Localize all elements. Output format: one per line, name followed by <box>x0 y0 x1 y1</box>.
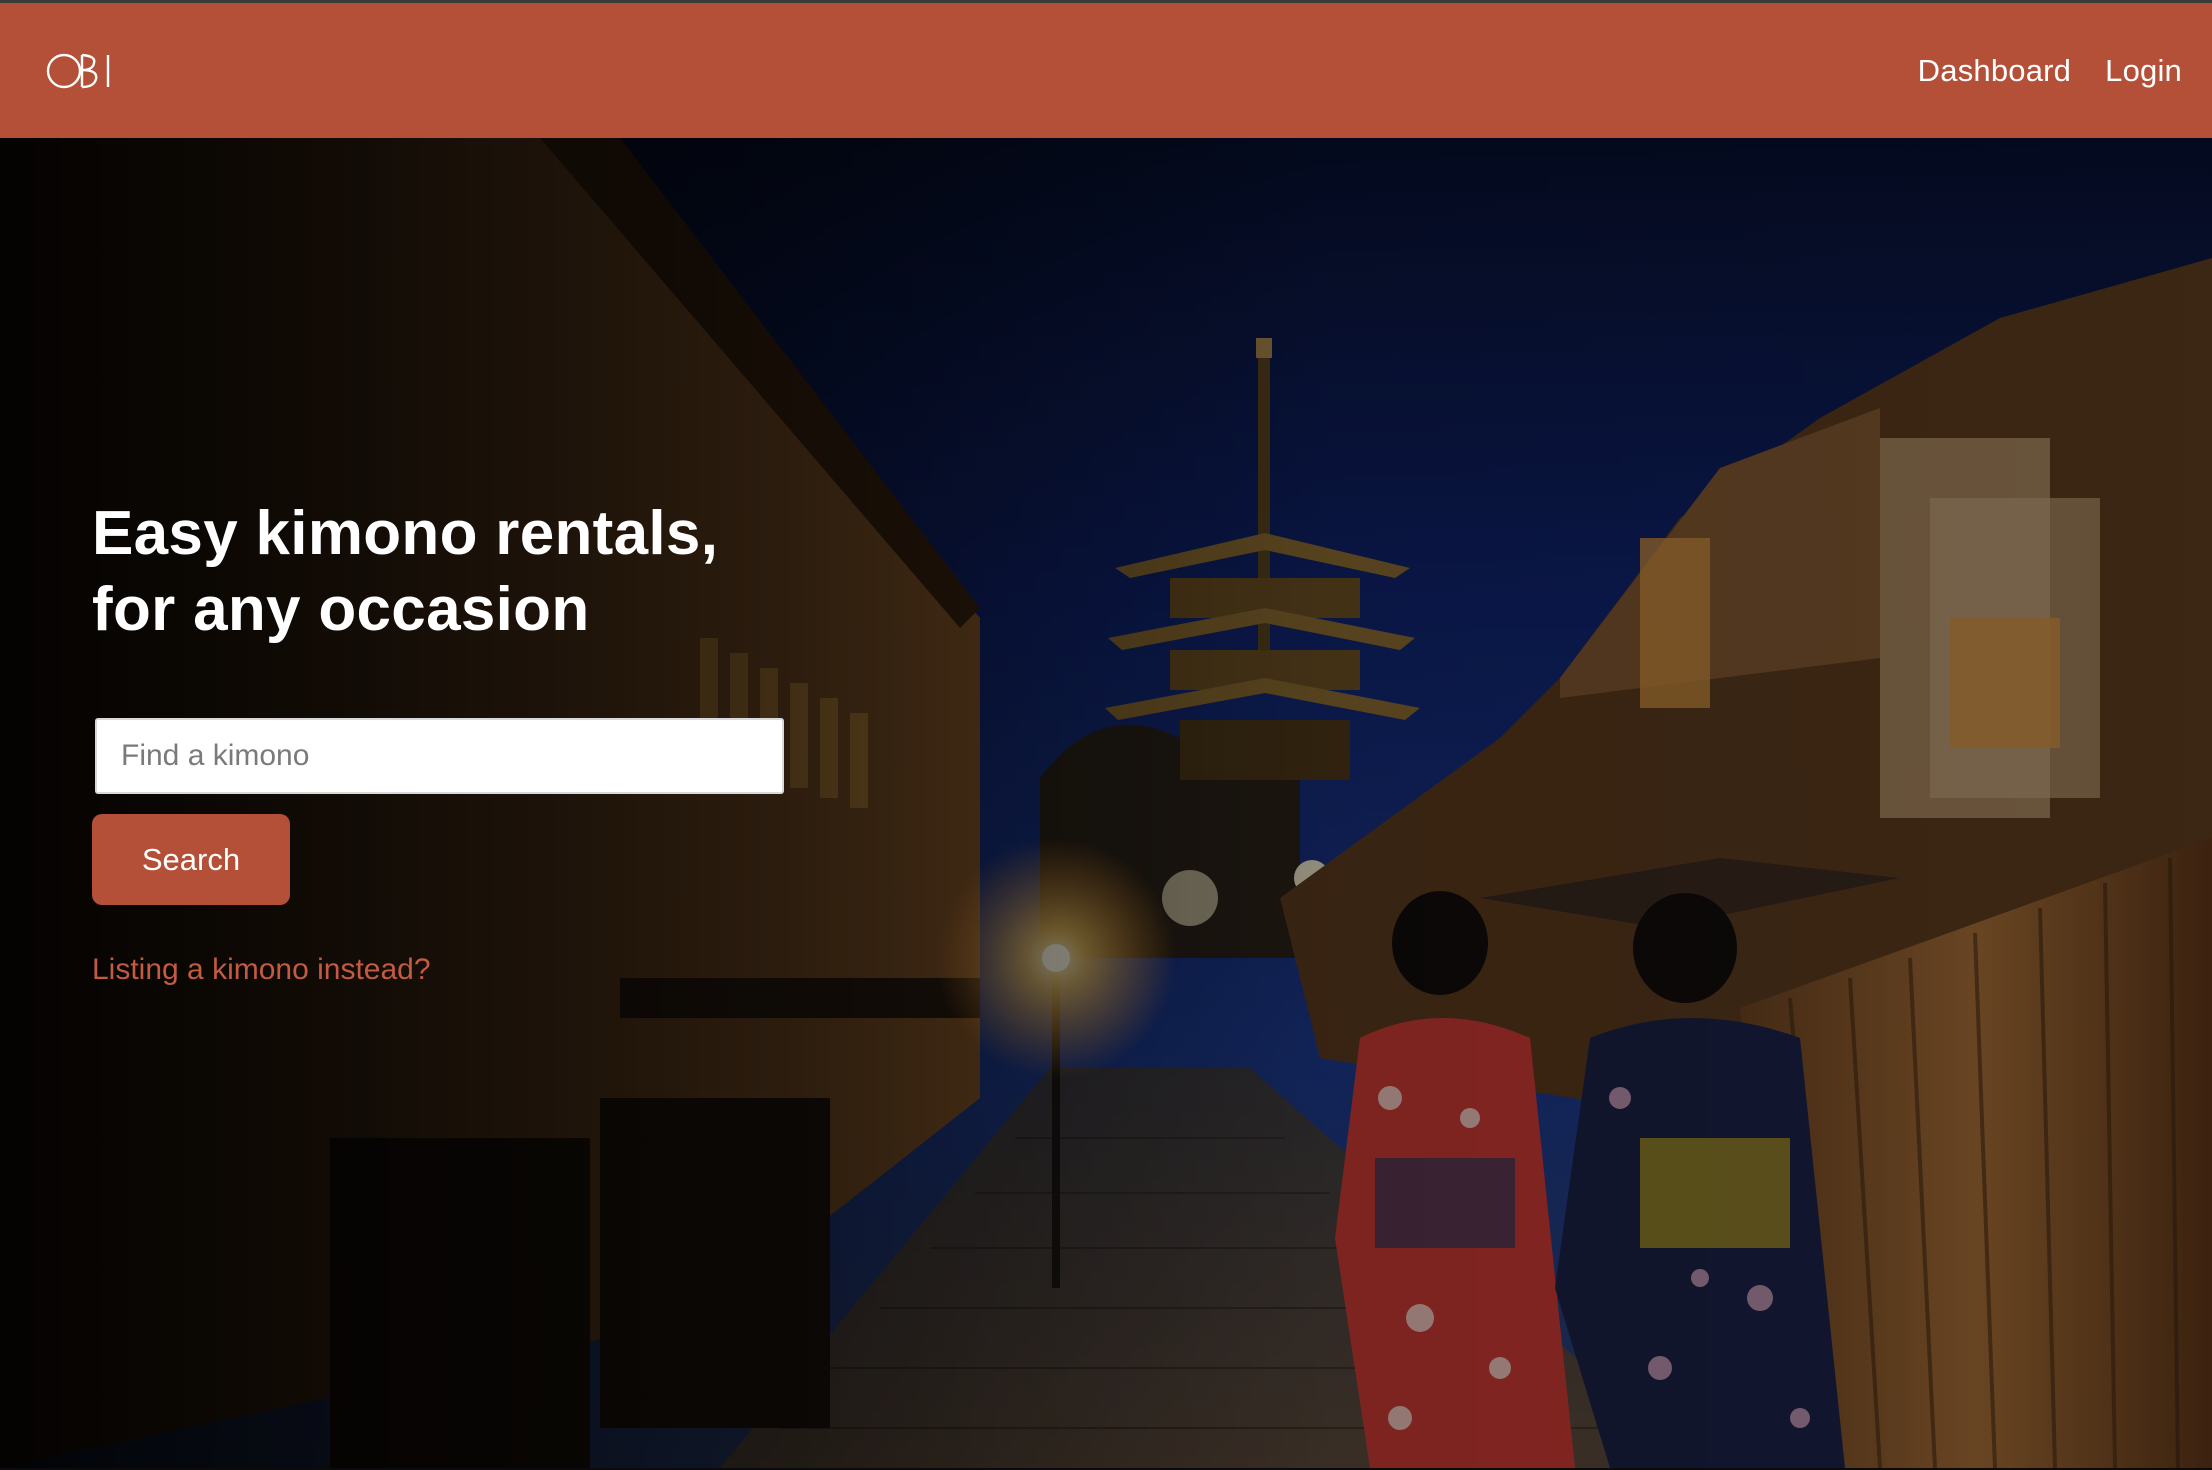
hero-section: Easy kimono rentals, for any occasion Se… <box>0 138 2212 1468</box>
nav-dashboard-link[interactable]: Dashboard <box>1918 53 2071 89</box>
kimono-search-input[interactable] <box>95 718 784 794</box>
headline-line-2: for any occasion <box>92 575 590 644</box>
hero-headline: Easy kimono rentals, for any occasion <box>92 496 792 648</box>
top-navbar: Dashboard Login <box>0 0 2212 138</box>
hero-content: Easy kimono rentals, for any occasion Se… <box>92 496 792 987</box>
headline-line-1: Easy kimono rentals, <box>92 499 719 568</box>
search-button[interactable]: Search <box>92 814 290 905</box>
obi-logo[interactable] <box>46 41 116 101</box>
list-kimono-link[interactable]: Listing a kimono instead? <box>92 953 792 987</box>
nav-login-link[interactable]: Login <box>2105 53 2182 89</box>
main-nav: Dashboard Login <box>1918 53 2182 89</box>
obi-logo-mark <box>46 53 110 88</box>
